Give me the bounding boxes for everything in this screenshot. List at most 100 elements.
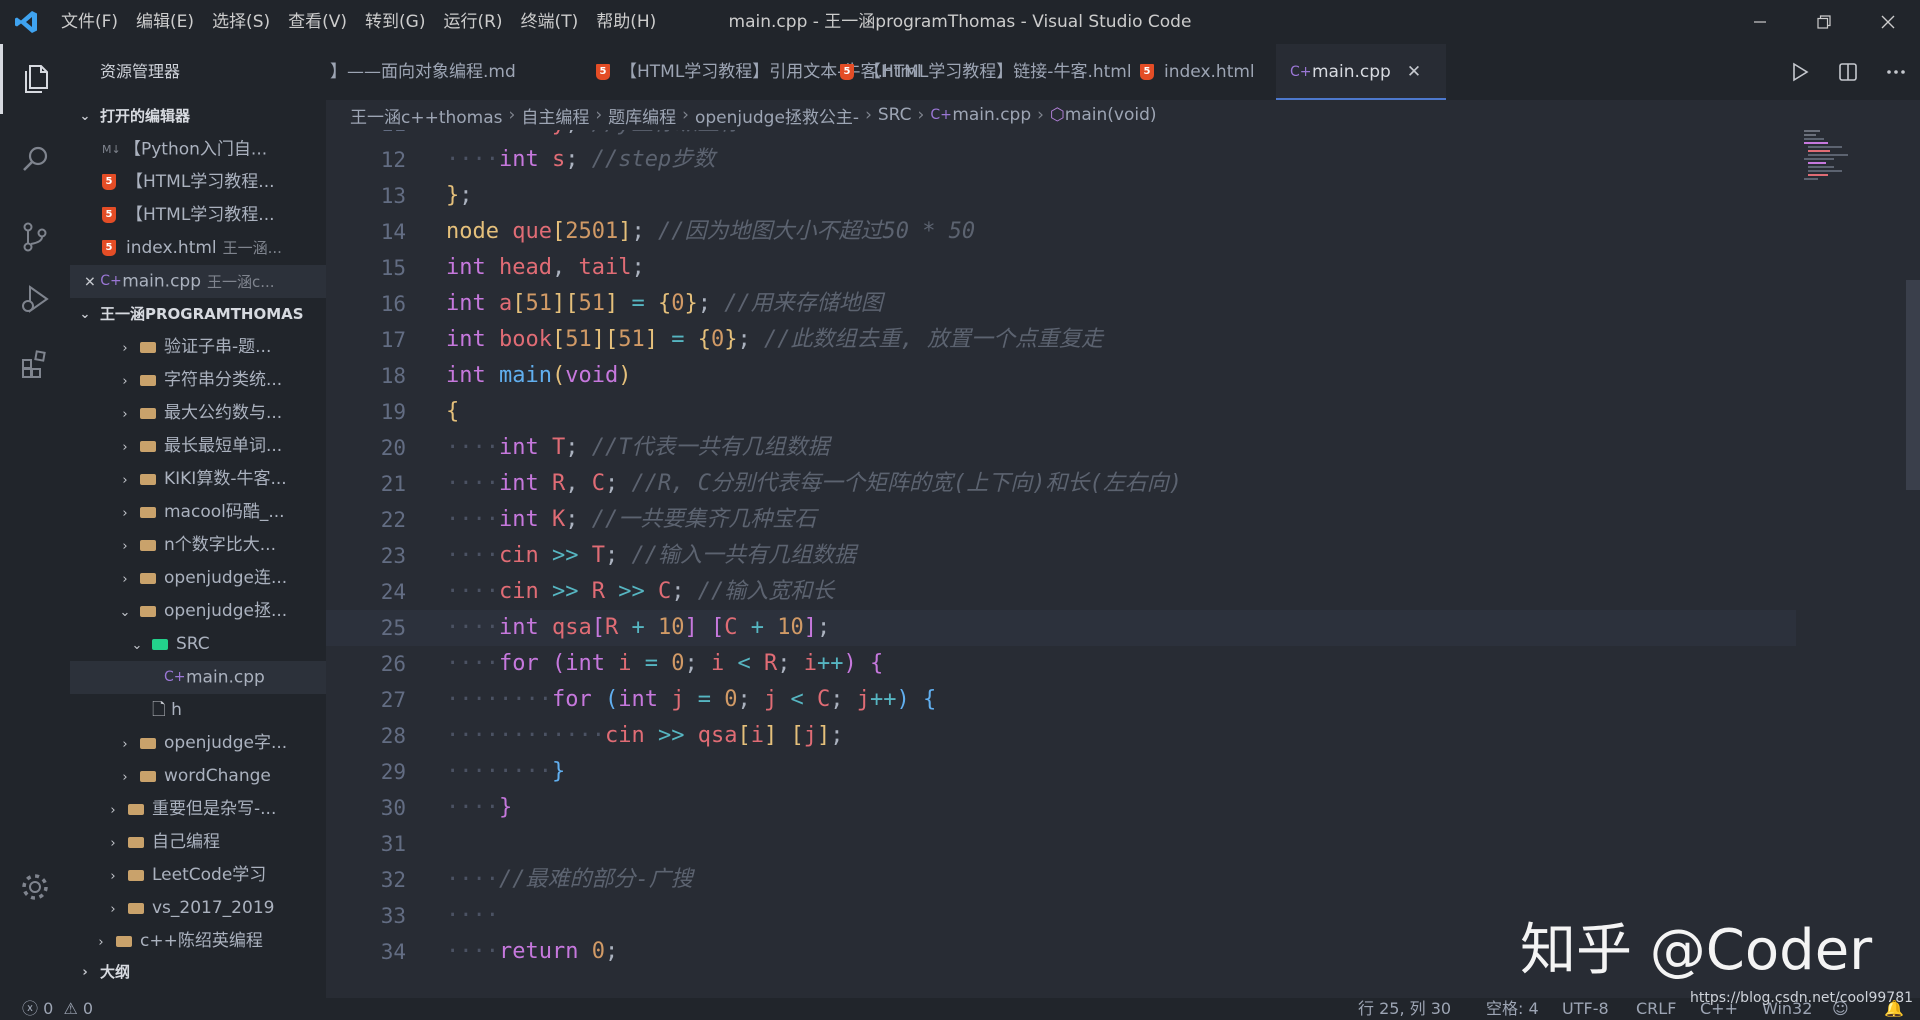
code-line[interactable]: 32 ····//最难的部分-广搜 bbox=[326, 862, 1796, 898]
more-actions-icon[interactable] bbox=[1872, 44, 1920, 100]
breadcrumb-item[interactable]: openjudge拯救公主- bbox=[695, 103, 859, 128]
tree-item[interactable]: C+main.cpp bbox=[70, 661, 326, 694]
search-icon[interactable] bbox=[0, 124, 70, 194]
cursor-position[interactable]: 行 25, 列 30 bbox=[1358, 998, 1451, 1020]
breadcrumb-item[interactable]: 王一涵c++thomas bbox=[350, 103, 503, 128]
close-icon[interactable]: ✕ bbox=[84, 275, 100, 291]
code-line[interactable]: 19 { bbox=[326, 394, 1796, 430]
tree-item[interactable]: › vs_2017_2019 bbox=[70, 892, 326, 925]
breadcrumb-item[interactable]: 题库编程 bbox=[608, 103, 676, 128]
breadcrumb-item[interactable]: 自主编程 bbox=[521, 103, 589, 128]
open-editor-item[interactable]: M↓ 【Python入门自... bbox=[70, 133, 326, 166]
code-line[interactable]: 26 ····for (int i = 0; i < R; i++) { bbox=[326, 646, 1796, 682]
breadcrumb-item[interactable]: SRC bbox=[878, 105, 912, 125]
line-ending[interactable]: CRLF bbox=[1636, 998, 1676, 1020]
code-line[interactable]: 20 ····int T; //T代表一共有几组数据 bbox=[326, 430, 1796, 466]
menu-item[interactable]: 运行(R) bbox=[434, 0, 511, 44]
indentation[interactable]: 空格: 4 bbox=[1486, 998, 1539, 1020]
tree-item[interactable]: › 最大公约数与... bbox=[70, 397, 326, 430]
menu-item[interactable]: 编辑(E) bbox=[127, 0, 203, 44]
code-editor[interactable]: 11····int y; //y坐标纵坐标12····int s; //step… bbox=[326, 130, 1796, 998]
editor-tab[interactable]: 5 index.html bbox=[1126, 44, 1276, 100]
breadcrumb-item[interactable]: main.cpp bbox=[952, 105, 1031, 125]
code-line[interactable]: 11 ····int y; //y坐标纵坐标 bbox=[326, 130, 1796, 142]
code-line[interactable]: 25 ····int qsa[R + 10] [C + 10]; bbox=[326, 610, 1796, 646]
code-line[interactable]: 22 ····int K; //一共要集齐几种宝石 bbox=[326, 502, 1796, 538]
tree-item[interactable]: ⌄ SRC bbox=[70, 628, 326, 661]
tree-item[interactable]: › c++陈绍英编程 bbox=[70, 925, 326, 958]
menu-item[interactable]: 转到(G) bbox=[356, 0, 434, 44]
menu-item[interactable]: 帮助(H) bbox=[587, 0, 665, 44]
code-line[interactable]: 29 ········} bbox=[326, 754, 1796, 790]
problems-indicator[interactable]: ⓧ 0 ⚠ 0 bbox=[22, 998, 93, 1020]
open-editors-header[interactable]: ⌄ 打开的编辑器 bbox=[70, 100, 326, 133]
tree-item[interactable]: › LeetCode学习 bbox=[70, 859, 326, 892]
minimap[interactable] bbox=[1796, 130, 1920, 998]
tree-item[interactable]: › 字符串分类统... bbox=[70, 364, 326, 397]
code-token: C bbox=[724, 615, 738, 640]
code-line[interactable]: 28 ············cin >> qsa[i] [j]; bbox=[326, 718, 1796, 754]
menu-item[interactable]: 终端(T) bbox=[512, 0, 588, 44]
settings-gear-icon[interactable] bbox=[0, 852, 70, 922]
breadcrumb-item[interactable]: main(void) bbox=[1065, 105, 1157, 125]
tree-item[interactable]: 🗋 h bbox=[70, 694, 326, 727]
split-editor-icon[interactable] bbox=[1824, 44, 1872, 100]
code-line[interactable]: 30 ····} bbox=[326, 790, 1796, 826]
tree-item[interactable]: › n个数字比大... bbox=[70, 529, 326, 562]
tree-item[interactable]: › 重要但是杂写-... bbox=[70, 793, 326, 826]
minimize-icon[interactable] bbox=[1728, 0, 1792, 44]
outline-header[interactable]: › 大纲 bbox=[70, 956, 326, 989]
run-debug-icon[interactable] bbox=[0, 264, 70, 334]
encoding[interactable]: UTF-8 bbox=[1562, 998, 1609, 1020]
editor-tab[interactable]: 5 【HTML学习教程】引用文本-牛客.html bbox=[582, 44, 922, 100]
chevron-down-icon: ⌄ bbox=[79, 307, 91, 322]
code-line[interactable]: 17 int book[51][51] = {0}; //此数组去重, 放置一个点… bbox=[326, 322, 1796, 358]
code-line[interactable]: 13}; bbox=[326, 178, 1796, 214]
run-file-icon[interactable] bbox=[1776, 44, 1824, 100]
code-line[interactable]: 15 int head, tail; bbox=[326, 250, 1796, 286]
source-control-icon[interactable] bbox=[0, 202, 70, 272]
vscode-logo-icon[interactable] bbox=[0, 0, 52, 44]
open-editor-item[interactable]: 5 【HTML学习教程... bbox=[70, 199, 326, 232]
tree-item[interactable]: › 自己编程 bbox=[70, 826, 326, 859]
open-editor-item[interactable]: ✕ C+main.cpp 王一涵c... bbox=[70, 265, 326, 298]
open-editor-item[interactable]: 5 【HTML学习教程... bbox=[70, 166, 326, 199]
tree-item-label: 最长最短单词... bbox=[164, 436, 283, 456]
tree-item[interactable]: › openjudge字... bbox=[70, 727, 326, 760]
workspace-header[interactable]: ⌄ 王一涵PROGRAMTHOMAS bbox=[70, 298, 326, 331]
explorer-icon[interactable] bbox=[0, 44, 70, 114]
extensions-icon[interactable] bbox=[0, 329, 70, 399]
menu-item[interactable]: 选择(S) bbox=[203, 0, 279, 44]
code-line[interactable]: 23 ····cin >> T; //输入一共有几组数据 bbox=[326, 538, 1796, 574]
tree-item[interactable]: › 最长最短单词... bbox=[70, 430, 326, 463]
code-token: ; bbox=[737, 327, 751, 352]
tree-item[interactable]: › openjudge连... bbox=[70, 562, 326, 595]
editor-scrollbar[interactable] bbox=[1906, 280, 1920, 490]
menu-item[interactable]: 文件(F) bbox=[52, 0, 127, 44]
code-line[interactable]: 27 ········for (int j = 0; j < C; j++) { bbox=[326, 682, 1796, 718]
code-line[interactable]: 24 ····cin >> R >> C; //输入宽和长 bbox=[326, 574, 1796, 610]
tab-main-cpp[interactable]: C+main.cpp ✕ bbox=[1276, 44, 1446, 100]
restore-icon[interactable] bbox=[1792, 0, 1856, 44]
folder-icon bbox=[140, 605, 156, 617]
folder-icon bbox=[140, 506, 156, 518]
folder-icon bbox=[116, 935, 132, 947]
code-line[interactable]: 14 node que[2501]; //因为地图大小不超过50 * 50 bbox=[326, 214, 1796, 250]
tree-item[interactable]: › KIKI算数-牛客... bbox=[70, 463, 326, 496]
tree-item[interactable]: › macool码酷_... bbox=[70, 496, 326, 529]
code-line[interactable]: 21 ····int R, C; //R, C分别代表每一个矩阵的宽(上下向)和长… bbox=[326, 466, 1796, 502]
editor-tab[interactable]: 5 【HTML学习教程】链接-牛客.html bbox=[826, 44, 1132, 100]
menu-item[interactable]: 查看(V) bbox=[279, 0, 356, 44]
editor-tab[interactable]: 】——面向对象编程.md bbox=[326, 44, 562, 100]
tree-item[interactable]: › 验证子串-题... bbox=[70, 331, 326, 364]
tree-item[interactable]: ⌄ openjudge拯... bbox=[70, 595, 326, 628]
close-window-icon[interactable] bbox=[1856, 0, 1920, 44]
code-line[interactable]: 31 bbox=[326, 826, 1796, 862]
tab-close-icon[interactable]: ✕ bbox=[1407, 62, 1421, 82]
code-line[interactable]: 16 int a[51][51] = {0}; //用来存储地图 bbox=[326, 286, 1796, 322]
open-editor-item[interactable]: 5 index.html 王一涵... bbox=[70, 232, 326, 265]
code-line[interactable]: 18 int main(void) bbox=[326, 358, 1796, 394]
tree-item[interactable]: › wordChange bbox=[70, 760, 326, 793]
code-line[interactable]: 12 ····int s; //step步数 bbox=[326, 142, 1796, 178]
